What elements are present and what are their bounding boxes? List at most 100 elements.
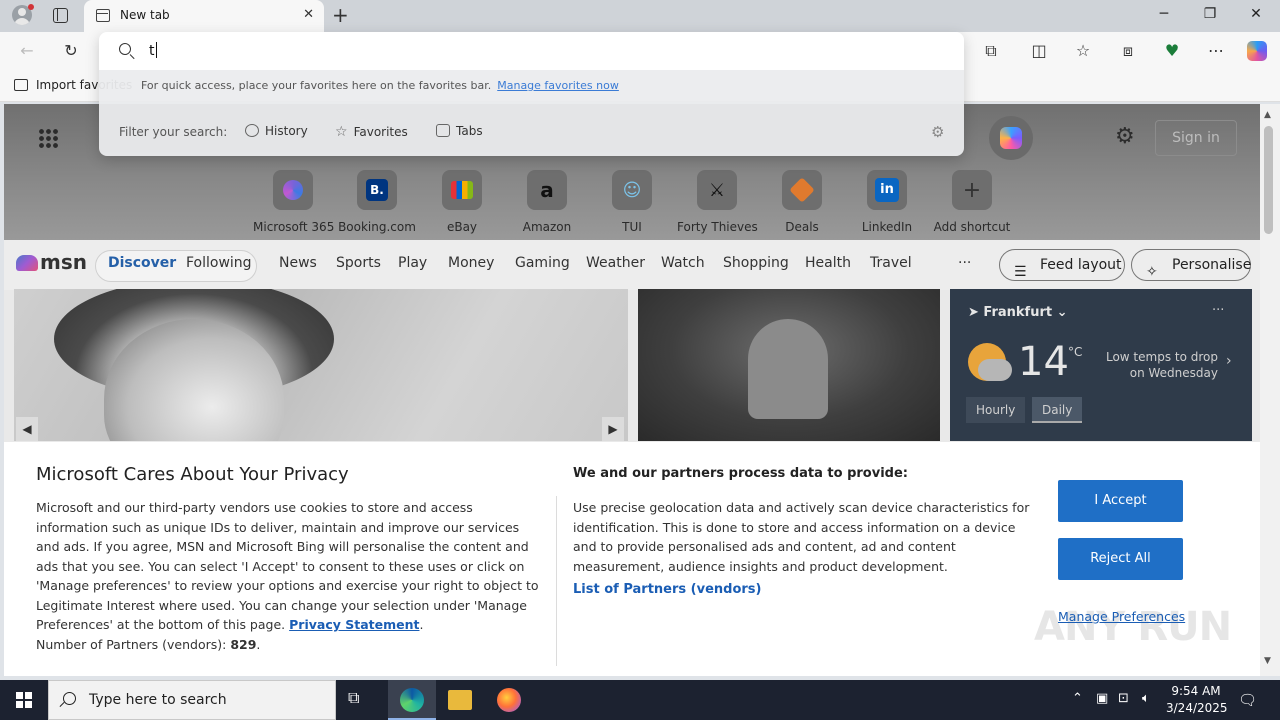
manage-favorites-link[interactable]: Manage favorites now: [497, 79, 619, 92]
scroll-thumb[interactable]: [1264, 126, 1273, 234]
carousel-prev-icon[interactable]: ◀: [16, 417, 38, 441]
address-bar[interactable]: t: [99, 32, 964, 70]
favorites-hint-text: For quick access, place your favorites h…: [141, 79, 492, 92]
partners-list-link[interactable]: List of Partners (vendors): [573, 582, 761, 597]
msn-logo-text: msn: [40, 250, 87, 274]
nav-gaming[interactable]: Gaming: [515, 255, 570, 271]
filter-history[interactable]: History: [245, 124, 308, 138]
tray-app-icon[interactable]: ▣: [1096, 691, 1108, 706]
filter-label: Filter your search:: [119, 125, 228, 139]
tab-actions-icon[interactable]: [53, 8, 68, 23]
weather-card[interactable]: ➤ Frankfurt ⌄ ··· 14 °C Low temps to dro…: [950, 289, 1252, 441]
tab-discover[interactable]: Discover: [108, 255, 176, 271]
new-tab-page: ⚙ Sign in Microsoft 365 B. Booking.com e…: [4, 104, 1260, 676]
ebay-icon: [442, 170, 482, 210]
taskbar-search-placeholder: Type here to search: [89, 692, 227, 708]
filter-history-label: History: [265, 124, 308, 138]
filter-favorites[interactable]: ☆ Favorites: [335, 124, 408, 140]
shortcut-deals[interactable]: Deals: [762, 170, 842, 234]
split-screen-icon[interactable]: ◫: [1028, 41, 1050, 60]
back-icon[interactable]: ←: [16, 41, 38, 60]
copilot-icon[interactable]: [1246, 41, 1268, 65]
address-input[interactable]: t: [149, 42, 157, 59]
manage-preferences-link[interactable]: Manage Preferences: [1058, 609, 1185, 624]
extensions-icon[interactable]: ⧉: [980, 41, 1002, 61]
notifications-icon[interactable]: 🗨︎: [1238, 691, 1257, 709]
taskbar-search-box[interactable]: Type here to search: [48, 680, 336, 720]
hero-news-card[interactable]: ◀ ▶: [14, 289, 628, 441]
nav-weather[interactable]: Weather: [586, 255, 645, 271]
nav-travel[interactable]: Travel: [870, 255, 912, 271]
weather-more-icon[interactable]: ···: [1212, 303, 1224, 318]
new-tab-button[interactable]: +: [332, 3, 349, 27]
m365-icon: [273, 170, 313, 210]
app-launcher-icon[interactable]: [38, 128, 58, 148]
privacy-statement-link[interactable]: Privacy Statement: [289, 617, 419, 632]
shortcut-tui[interactable]: ☺ TUI: [592, 170, 672, 234]
weather-location[interactable]: ➤ Frankfurt ⌄: [968, 305, 1068, 320]
weather-tab-hourly[interactable]: Hourly: [966, 397, 1026, 423]
more-menu-icon[interactable]: ⋯: [1205, 41, 1227, 60]
nav-sports[interactable]: Sports: [336, 255, 381, 271]
shortcut-label: Forty Thieves: [677, 220, 758, 234]
tab-following[interactable]: Following: [186, 255, 252, 271]
history-icon: [245, 124, 259, 137]
close-tab-icon[interactable]: ✕: [303, 7, 314, 22]
nav-play[interactable]: Play: [398, 255, 427, 271]
tray-overflow-icon[interactable]: ⌃: [1072, 691, 1083, 706]
scroll-up-icon[interactable]: ▲: [1264, 110, 1271, 120]
volume-icon[interactable]: 🔈︎: [1142, 691, 1150, 706]
nav-shopping[interactable]: Shopping: [723, 255, 789, 271]
amazon-icon: a: [527, 170, 567, 210]
nav-health[interactable]: Health: [805, 255, 851, 271]
personalise-button[interactable]: ✧ Personalise: [1131, 249, 1251, 281]
firefox-icon[interactable]: [497, 688, 521, 712]
collections-icon[interactable]: ⧈: [1117, 41, 1139, 61]
scroll-down-icon[interactable]: ▼: [1264, 656, 1271, 666]
close-window-button[interactable]: ✕: [1246, 6, 1266, 22]
favorites-icon[interactable]: ☆: [1072, 41, 1094, 60]
search-settings-icon[interactable]: ⚙: [931, 123, 944, 141]
sign-in-button[interactable]: Sign in: [1155, 120, 1237, 156]
nav-more-icon[interactable]: ···: [958, 255, 971, 271]
copilot-button[interactable]: [989, 116, 1033, 160]
shortcut-add[interactable]: + Add shortcut: [932, 170, 1012, 234]
task-view-icon[interactable]: ⧉: [348, 688, 372, 712]
fitness-news-card[interactable]: [638, 289, 940, 441]
shortcut-forty-thieves[interactable]: ⚔ Forty Thieves: [677, 170, 758, 234]
msn-logo[interactable]: msn: [16, 250, 87, 274]
search-icon: [63, 692, 76, 705]
nav-watch[interactable]: Watch: [661, 255, 705, 271]
linkedin-icon: in: [867, 170, 907, 210]
restore-button[interactable]: ❐: [1200, 6, 1220, 22]
nav-news[interactable]: News: [279, 255, 317, 271]
shortcut-amazon[interactable]: a Amazon: [507, 170, 587, 234]
tab-new-tab[interactable]: New tab ✕: [84, 0, 324, 32]
privacy-consent-dialog: Microsoft Cares About Your Privacy Micro…: [4, 442, 1260, 676]
shortcut-microsoft-365[interactable]: Microsoft 365: [253, 170, 335, 234]
network-icon[interactable]: ⊡: [1118, 691, 1129, 706]
shortcut-booking[interactable]: B. Booking.com: [337, 170, 417, 234]
nav-money[interactable]: Money: [448, 255, 494, 271]
feed-layout-button[interactable]: ☰ Feed layout: [999, 249, 1125, 281]
accept-button[interactable]: I Accept: [1058, 480, 1183, 522]
page-settings-icon[interactable]: ⚙: [1115, 124, 1135, 149]
file-explorer-icon[interactable]: [448, 690, 472, 710]
filter-tabs[interactable]: Tabs: [436, 124, 483, 138]
refresh-icon[interactable]: ↻: [60, 41, 82, 60]
minimize-button[interactable]: ─: [1154, 6, 1174, 22]
page-scrollbar[interactable]: ▲ ▼: [1260, 104, 1280, 676]
performance-icon[interactable]: ♥: [1161, 41, 1183, 60]
data-processing-heading: We and our partners process data to prov…: [573, 466, 908, 481]
chevron-right-icon[interactable]: ›: [1226, 353, 1232, 369]
windows-start-icon[interactable]: [16, 692, 32, 708]
shortcut-label: Microsoft 365: [253, 220, 335, 234]
reject-all-button[interactable]: Reject All: [1058, 538, 1183, 580]
shortcut-ebay[interactable]: eBay: [422, 170, 502, 234]
shortcut-linkedin[interactable]: in LinkedIn: [847, 170, 927, 234]
carousel-next-icon[interactable]: ▶: [602, 417, 624, 441]
system-clock[interactable]: 9:54 AM 3/24/2025: [1166, 683, 1228, 717]
weather-tab-daily[interactable]: Daily: [1032, 397, 1083, 423]
weather-note: Low temps to drop on Wednesday: [1105, 350, 1218, 380]
edge-taskbar-button[interactable]: [388, 680, 436, 720]
